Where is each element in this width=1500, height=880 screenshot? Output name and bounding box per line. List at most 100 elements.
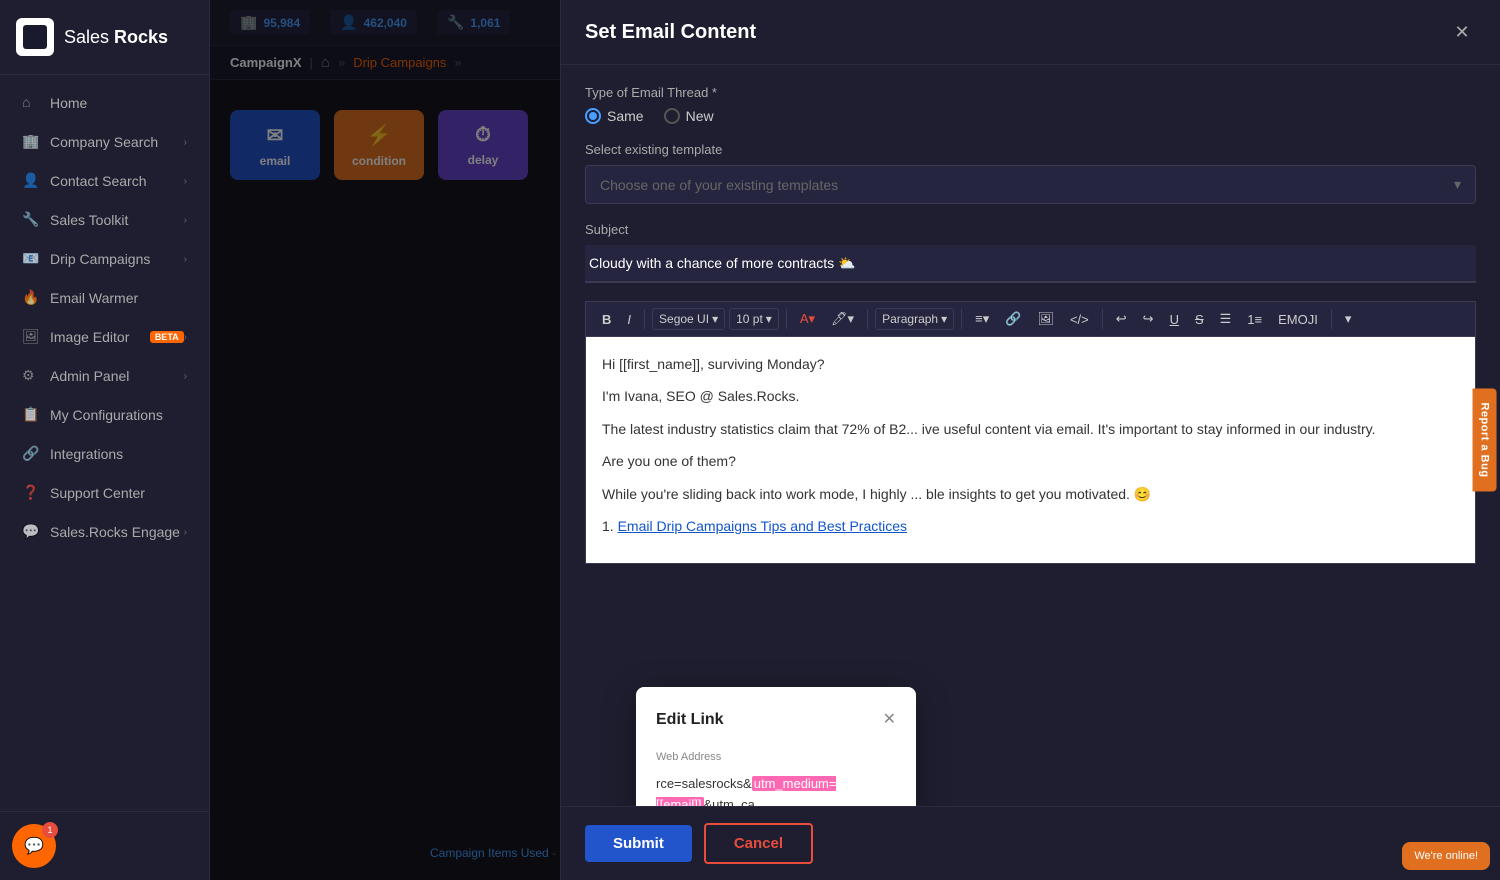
config-icon: 📋: [22, 406, 40, 424]
sidebar-item-label: Contact Search: [50, 173, 184, 189]
sidebar-item-support-center[interactable]: ❓ Support Center: [6, 474, 203, 512]
underline-button[interactable]: U: [1164, 309, 1185, 330]
paragraph-dropdown[interactable]: Paragraph ▾: [875, 308, 954, 330]
main-area: 🏢 95,984 👤 462,040 🔧 1,061 CampaignX | ⌂…: [210, 0, 1500, 880]
editor-line-5: Are you one of them?: [602, 450, 1459, 472]
cancel-button[interactable]: Cancel: [704, 823, 813, 864]
sidebar-item-drip-campaigns[interactable]: 📧 Drip Campaigns ›: [6, 240, 203, 278]
radio-same-label: Same: [607, 108, 644, 124]
sidebar-item-label: Admin Panel: [50, 368, 184, 384]
chat-icon: 💬: [24, 836, 44, 856]
paragraph-value: Paragraph: [882, 312, 938, 326]
popup-close-button[interactable]: ✕: [883, 707, 896, 733]
toolbar-separator-4: [961, 309, 962, 329]
template-field: Select existing template Choose one of y…: [585, 142, 1476, 204]
bullet-list-button[interactable]: ☰: [1214, 308, 1238, 330]
sidebar-item-email-warmer[interactable]: 🔥 Email Warmer: [6, 279, 203, 317]
font-family-value: Segoe UI: [659, 312, 709, 326]
toolbar-separator-6: [1331, 309, 1332, 329]
radio-same-circle: [585, 108, 601, 124]
chevron-down-icon: ▾: [712, 312, 718, 326]
bug-report-tab[interactable]: Report a Bug: [1472, 388, 1496, 491]
template-label: Select existing template: [585, 142, 1476, 157]
editor-body[interactable]: Hi [[first_name]], surviving Monday? I'm…: [585, 336, 1476, 564]
chevron-down-icon: ▾: [1454, 176, 1461, 193]
editor-toolbar: B I Segoe UI ▾ 10 pt ▾ A▾ 🖊▾: [585, 301, 1476, 336]
chat-badge: 1: [42, 822, 58, 838]
radio-new[interactable]: New: [664, 108, 714, 124]
template-placeholder: Choose one of your existing templates: [600, 177, 838, 193]
web-address-label: Web Address: [656, 749, 896, 767]
code-button[interactable]: </>: [1064, 309, 1095, 330]
chevron-right-icon: ›: [184, 215, 187, 226]
support-icon: ❓: [22, 484, 40, 502]
radio-same[interactable]: Same: [585, 108, 644, 124]
beta-badge: BETA: [150, 331, 184, 343]
chevron-down-icon: ▾: [941, 312, 947, 326]
thread-type-field: Type of Email Thread * Same New: [585, 85, 1476, 124]
chevron-down-icon: ▾: [766, 312, 772, 326]
drip-icon: 📧: [22, 250, 40, 268]
sidebar-item-label: Home: [50, 95, 187, 111]
editor-link-list: 1. Email Drip Campaigns Tips and Best Pr…: [602, 515, 1459, 537]
undo-button[interactable]: ↩: [1110, 308, 1133, 330]
italic-button[interactable]: I: [621, 309, 637, 330]
sidebar-item-image-editor[interactable]: 🖼 Image Editor BETA ›: [6, 318, 203, 356]
emoji-button[interactable]: EMOJI: [1272, 309, 1324, 330]
sidebar-item-label: Drip Campaigns: [50, 251, 184, 267]
sidebar-item-company-search[interactable]: 🏢 Company Search ›: [6, 123, 203, 161]
submit-button[interactable]: Submit: [585, 825, 692, 862]
logo-icon: [16, 18, 54, 56]
toolbar-separator-1: [644, 309, 645, 329]
sidebar-item-label: Sales Toolkit: [50, 212, 184, 228]
align-button[interactable]: ≡▾: [969, 308, 995, 330]
company-icon: 🏢: [22, 133, 40, 151]
strikethrough-button[interactable]: S: [1189, 309, 1210, 330]
chevron-right-icon: ›: [184, 527, 187, 538]
modal-close-button[interactable]: ✕: [1448, 18, 1476, 46]
sidebar-item-contact-search[interactable]: 👤 Contact Search ›: [6, 162, 203, 200]
redo-button[interactable]: ↪: [1137, 308, 1160, 330]
modal-header: Set Email Content ✕: [561, 0, 1500, 65]
modal-footer: Submit Cancel: [561, 806, 1500, 880]
chevron-right-icon: ›: [184, 137, 187, 148]
sidebar-item-engage[interactable]: 💬 Sales.Rocks Engage ›: [6, 513, 203, 551]
sidebar-item-my-configurations[interactable]: 📋 My Configurations: [6, 396, 203, 434]
thread-radio-group: Same New: [585, 108, 1476, 124]
modal-title: Set Email Content: [585, 21, 756, 44]
radio-new-label: New: [686, 108, 714, 124]
contact-icon: 👤: [22, 172, 40, 190]
chevron-right-icon: ›: [184, 176, 187, 187]
template-select[interactable]: Choose one of your existing templates ▾: [585, 165, 1476, 204]
logo-text: Sales Rocks: [64, 27, 168, 48]
editor-link[interactable]: Email Drip Campaigns Tips and Best Pract…: [618, 518, 907, 534]
sidebar-item-label: Integrations: [50, 446, 187, 462]
warmer-icon: 🔥: [22, 289, 40, 307]
highlight-button[interactable]: 🖊▾: [825, 308, 860, 330]
toolbar-separator-5: [1102, 309, 1103, 329]
sidebar-item-home[interactable]: ⌂ Home: [6, 84, 203, 122]
chat-button[interactable]: 💬 1: [12, 824, 56, 868]
link-button[interactable]: 🔗: [999, 308, 1027, 330]
sidebar-item-label: Sales.Rocks Engage: [50, 524, 184, 540]
numbered-list-button[interactable]: 1≡: [1241, 309, 1268, 330]
font-color-button[interactable]: A▾: [794, 308, 821, 330]
subject-input[interactable]: [585, 245, 1476, 283]
editor-line-3: I'm Ivana, SEO @ Sales.Rocks.: [602, 385, 1459, 407]
image-editor-icon: 🖼: [22, 328, 40, 346]
more-options-button[interactable]: ▾: [1339, 308, 1358, 330]
sidebar-item-admin-panel[interactable]: ⚙ Admin Panel ›: [6, 357, 203, 395]
sidebar: Sales Rocks ⌂ Home 🏢 Company Search › 👤 …: [0, 0, 210, 880]
we-online-button[interactable]: We're online!: [1402, 842, 1490, 870]
sidebar-item-label: Email Warmer: [50, 290, 187, 306]
sidebar-item-sales-toolkit[interactable]: 🔧 Sales Toolkit ›: [6, 201, 203, 239]
chevron-right-icon: ›: [184, 254, 187, 265]
sidebar-item-integrations[interactable]: 🔗 Integrations: [6, 435, 203, 473]
sidebar-nav: ⌂ Home 🏢 Company Search › 👤 Contact Sear…: [0, 75, 209, 811]
bold-button[interactable]: B: [596, 309, 617, 330]
image-button[interactable]: 🖼: [1031, 308, 1060, 330]
font-family-dropdown[interactable]: Segoe UI ▾: [652, 308, 725, 330]
chevron-right-icon: ›: [184, 371, 187, 382]
edit-link-popup: Edit Link ✕ Web Address rce=salesrocks&u…: [636, 687, 916, 806]
font-size-dropdown[interactable]: 10 pt ▾: [729, 308, 779, 330]
